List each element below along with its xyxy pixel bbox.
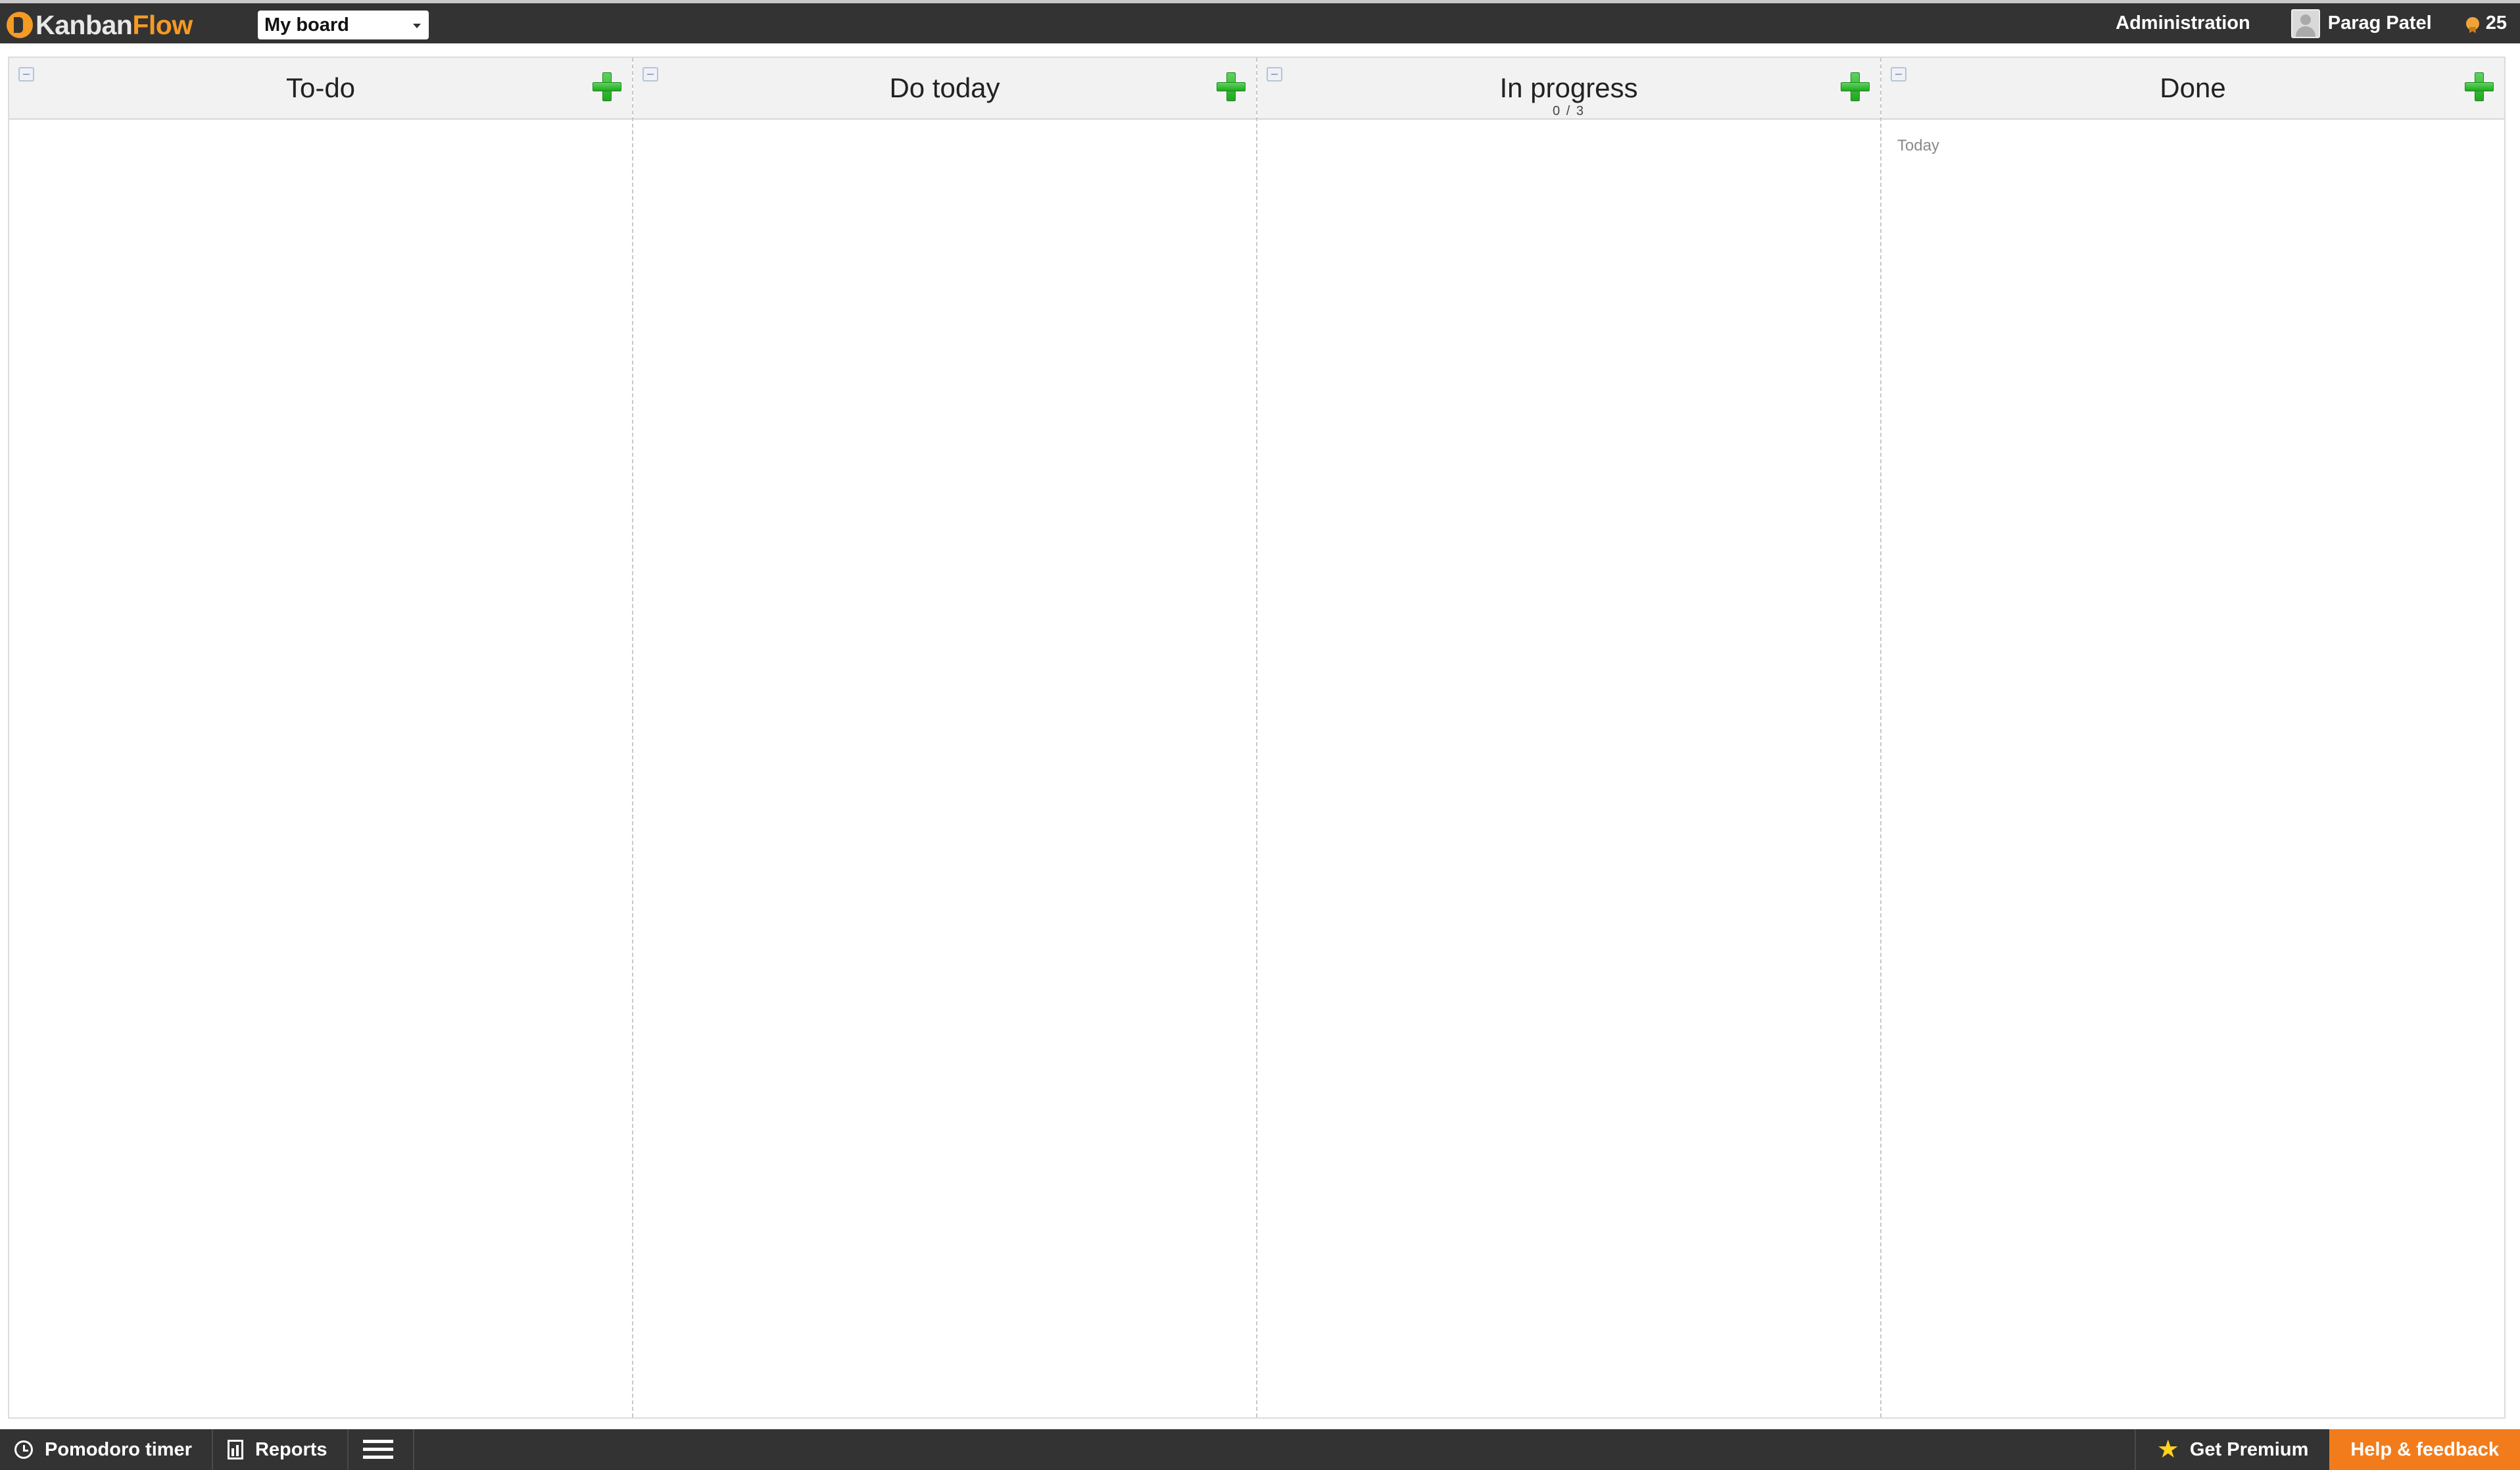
logo-text-kanban: Kanban: [36, 10, 133, 40]
board-selector-value: My board: [264, 14, 349, 36]
pomodoro-timer-button[interactable]: Pomodoro timer: [0, 1429, 213, 1470]
column-header: To-do: [9, 58, 632, 120]
get-premium-button[interactable]: ★ Get Premium: [2134, 1429, 2330, 1470]
reports-button[interactable]: Reports: [213, 1429, 349, 1470]
top-right-nav: Administration Parag Patel 25: [2116, 3, 2507, 43]
points-count: 25: [2485, 12, 2507, 34]
collapse-column-icon[interactable]: [1891, 67, 1906, 82]
kanbanflow-logo-icon: [7, 12, 33, 38]
collapse-column-icon[interactable]: [1267, 67, 1282, 82]
column-body[interactable]: [9, 120, 632, 1417]
kanban-board: To-do Do today In progress 0 / 3 Done To…: [8, 57, 2506, 1419]
chevron-down-icon: [413, 24, 421, 28]
column-todo: To-do: [9, 58, 633, 1417]
administration-link[interactable]: Administration: [2116, 12, 2250, 34]
help-feedback-button[interactable]: Help & feedback: [2329, 1429, 2520, 1470]
column-body[interactable]: [633, 120, 1256, 1417]
date-group-label: Today: [1897, 137, 1940, 154]
column-body[interactable]: [1257, 120, 1880, 1417]
pomodoro-timer-label: Pomodoro timer: [45, 1438, 192, 1460]
bottom-bar-spacer: [414, 1429, 2135, 1470]
column-body[interactable]: Today: [1881, 120, 2504, 1417]
column-header: Do today: [633, 58, 1256, 120]
column-title: In progress: [1499, 72, 1638, 103]
collapse-column-icon[interactable]: [642, 67, 658, 82]
board-selector[interactable]: My board: [258, 11, 429, 39]
logo[interactable]: KanbanFlow: [7, 10, 193, 40]
logo-text-flow: Flow: [132, 10, 193, 40]
report-icon: [227, 1440, 243, 1459]
user-menu[interactable]: Parag Patel: [2290, 9, 2432, 38]
collapse-column-icon[interactable]: [18, 67, 34, 82]
points-badge[interactable]: 25: [2465, 12, 2507, 34]
wip-limit: 0 / 3: [1553, 104, 1585, 118]
column-title: To-do: [285, 72, 356, 103]
column-do-today: Do today: [633, 58, 1257, 1417]
column-header: In progress 0 / 3: [1257, 58, 1880, 120]
clock-icon: [14, 1440, 33, 1459]
reports-label: Reports: [254, 1438, 327, 1460]
column-title: Done: [2160, 72, 2226, 103]
column-in-progress: In progress 0 / 3: [1257, 58, 1881, 1417]
menu-button[interactable]: [349, 1429, 414, 1470]
award-badge-icon: [2465, 16, 2479, 30]
add-task-button[interactable]: [593, 72, 621, 101]
help-feedback-label: Help & feedback: [2350, 1438, 2499, 1460]
add-task-button[interactable]: [2465, 72, 2494, 101]
get-premium-label: Get Premium: [2189, 1438, 2309, 1460]
star-icon: ★: [2156, 1436, 2179, 1463]
top-bar: KanbanFlow My board Administration Parag…: [0, 0, 2520, 43]
add-task-button[interactable]: [1841, 72, 1870, 101]
user-name: Parag Patel: [2327, 12, 2432, 34]
hamburger-menu-icon: [362, 1438, 393, 1461]
logo-text: KanbanFlow: [36, 10, 193, 40]
column-header: Done: [1881, 58, 2504, 120]
column-done: Done Today: [1881, 58, 2504, 1417]
column-title: Do today: [889, 72, 1000, 103]
user-avatar-icon: [2290, 9, 2320, 38]
add-task-button[interactable]: [1217, 72, 1246, 101]
bottom-bar: Pomodoro timer Reports ★ Get Premium Hel…: [0, 1429, 2520, 1470]
